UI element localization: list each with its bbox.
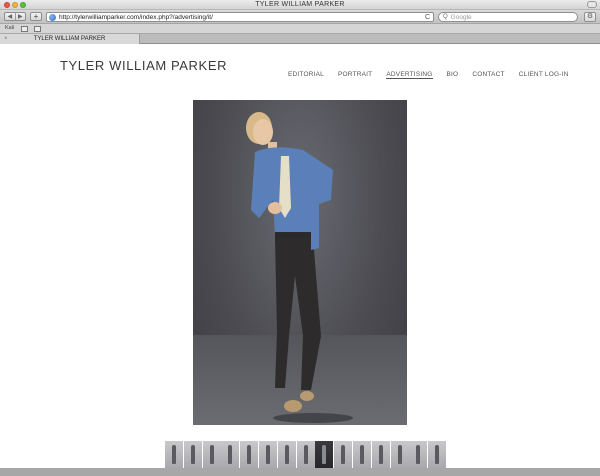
close-tab-icon[interactable]: ×	[4, 34, 8, 44]
thumbnail-figure	[322, 445, 327, 464]
nav-bio[interactable]: BIO	[447, 71, 459, 79]
gallery-thumbnail[interactable]	[409, 441, 428, 468]
search-placeholder: Google	[450, 13, 472, 21]
window-bottom-edge	[0, 468, 600, 476]
thumbnail-figure	[378, 445, 383, 464]
web-page: TYLER WILLIAM PARKER EDITORIAL PORTRAIT …	[0, 45, 600, 476]
top-sites-icon[interactable]	[34, 26, 41, 32]
thumbnail-figure	[209, 445, 214, 464]
nav-contact[interactable]: CONTACT	[472, 71, 504, 79]
tab-strip: × TYLER WILLIAM PARKER	[0, 34, 600, 44]
toolbar-toggle-button[interactable]	[587, 1, 597, 8]
add-bookmark-button[interactable]: +	[30, 12, 42, 21]
gear-icon[interactable]: ⚙	[584, 12, 596, 22]
nav-portrait[interactable]: PORTRAIT	[338, 71, 372, 79]
gallery-thumbnail[interactable]	[258, 441, 277, 468]
window-title: TYLER WILLIAM PARKER	[255, 1, 345, 8]
gallery-thumbnail[interactable]	[165, 441, 183, 468]
thumbnail-strip	[165, 441, 447, 468]
search-icon: Q	[443, 14, 448, 20]
reload-icon[interactable]: C	[425, 14, 430, 21]
bookmarks-bar: Kali	[0, 24, 600, 34]
reader-button[interactable]: Kali	[5, 25, 14, 31]
thumbnail-figure	[397, 445, 402, 464]
reading-list-icon[interactable]	[21, 26, 28, 32]
nav-client-login[interactable]: CLIENT LOG-IN	[519, 71, 569, 79]
nav-advertising[interactable]: ADVERTISING	[386, 71, 433, 79]
gallery-thumbnail[interactable]	[390, 441, 409, 468]
gallery-thumbnail[interactable]	[352, 441, 371, 468]
gallery-thumbnail[interactable]	[202, 441, 221, 468]
site-title[interactable]: TYLER WILLIAM PARKER	[60, 58, 227, 73]
thumbnail-figure	[359, 445, 364, 464]
back-forward-buttons: ◀ ▶	[4, 12, 26, 21]
thumbnail-figure	[190, 445, 195, 464]
gallery-thumbnail[interactable]	[315, 441, 334, 468]
gallery-thumbnail[interactable]	[277, 441, 296, 468]
gallery-thumbnail[interactable]	[296, 441, 315, 468]
thumbnail-figure	[228, 445, 233, 464]
back-arrow-icon[interactable]: ◀	[5, 13, 15, 20]
thumbnail-figure	[416, 445, 421, 464]
gallery-thumbnail[interactable]	[428, 441, 447, 468]
gallery-thumbnail[interactable]	[221, 441, 240, 468]
thumbnail-figure	[303, 445, 308, 464]
gallery-thumbnail[interactable]	[371, 441, 390, 468]
thumbnail-figure	[284, 445, 289, 464]
tab-label: TYLER WILLIAM PARKER	[33, 36, 106, 42]
forward-arrow-icon[interactable]: ▶	[14, 13, 26, 20]
gallery-thumbnail[interactable]	[334, 441, 353, 468]
site-nav: EDITORIAL PORTRAIT ADVERTISING BIO CONTA…	[288, 71, 582, 79]
url-text[interactable]: http://tylerwilliamparker.com/index.php?…	[59, 14, 425, 21]
gallery-thumbnail[interactable]	[240, 441, 259, 468]
model-figure	[246, 112, 353, 423]
featured-photo[interactable]	[193, 100, 407, 425]
window-titlebar: TYLER WILLIAM PARKER	[0, 0, 600, 10]
thumbnail-figure	[247, 445, 252, 464]
gallery-thumbnail[interactable]	[183, 441, 202, 468]
thumbnail-figure	[341, 445, 346, 464]
site-globe-icon	[49, 13, 56, 21]
browser-toolbar: ◀ ▶ + http://tylerwilliamparker.com/inde…	[0, 10, 600, 24]
search-input[interactable]: Q Google	[438, 12, 578, 22]
thumbnail-figure	[435, 445, 440, 464]
thumbnail-figure	[265, 445, 270, 464]
thumbnail-figure	[172, 445, 176, 464]
address-bar[interactable]: http://tylerwilliamparker.com/index.php?…	[46, 12, 434, 22]
tab-current[interactable]: × TYLER WILLIAM PARKER	[0, 34, 140, 44]
nav-editorial[interactable]: EDITORIAL	[288, 71, 324, 79]
